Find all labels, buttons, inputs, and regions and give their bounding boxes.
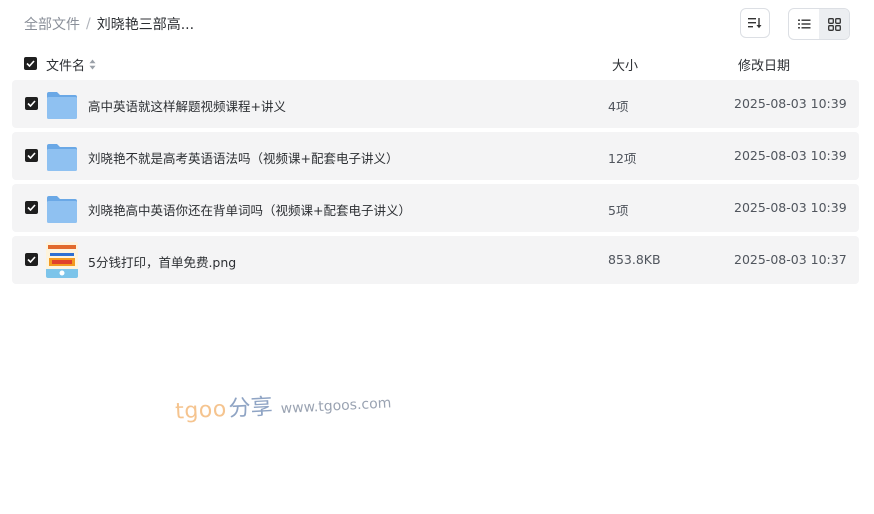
folder-icon [47, 196, 77, 223]
file-size: 4项 [608, 99, 629, 114]
grid-view-button[interactable] [819, 9, 849, 39]
list-view-icon [797, 19, 810, 29]
folder-icon [47, 92, 77, 119]
file-row[interactable]: 高中英语就这样解题视频课程+讲义 4项 2025-08-03 10:39 [12, 80, 859, 128]
folder-icon [47, 144, 77, 171]
sort-toggle-icon [89, 59, 96, 70]
list-view-button[interactable] [789, 9, 819, 39]
file-row[interactable]: 刘晓艳高中英语你还在背单词吗（视频课+配套电子讲义） 5项 2025-08-03… [12, 184, 859, 232]
sort-icon [748, 18, 762, 29]
watermark-cn: 分享 [228, 394, 274, 422]
breadcrumb-current: 刘晓艳三部高... [96, 17, 195, 33]
file-name[interactable]: 刘晓艳高中英语你还在背单词吗（视频课+配套电子讲义） [88, 200, 411, 219]
check-icon [26, 60, 35, 67]
file-size: 12项 [608, 151, 637, 166]
file-size: 853.8KB [608, 252, 661, 267]
check-icon [27, 256, 36, 263]
name-column-label: 文件名 [46, 59, 86, 74]
image-thumbnail [46, 242, 78, 278]
sort-button[interactable] [740, 8, 770, 38]
check-icon [27, 100, 36, 107]
grid-view-icon [827, 17, 841, 31]
file-size: 5项 [608, 203, 629, 218]
check-icon [27, 204, 36, 211]
watermark-brand: tgoo [174, 396, 228, 425]
file-name[interactable]: 刘晓艳不就是高考英语语法吗（视频课+配套电子讲义） [88, 148, 398, 167]
file-date: 2025-08-03 10:39 [734, 200, 847, 215]
breadcrumb-separator: / [86, 16, 91, 32]
row-checkbox[interactable] [25, 201, 38, 214]
file-list: 高中英语就这样解题视频课程+讲义 4项 2025-08-03 10:39 刘晓艳… [12, 80, 859, 288]
file-browser: 全部文件 / 刘晓艳三部高... 文件名 大小 修改日期 高中英语就这样解题视频… [0, 0, 874, 514]
file-date: 2025-08-03 10:37 [734, 252, 847, 267]
row-checkbox[interactable] [25, 97, 38, 110]
size-column-header[interactable]: 大小 [612, 55, 638, 74]
select-all-checkbox[interactable] [24, 57, 37, 70]
name-column-header[interactable]: 文件名 [46, 55, 96, 74]
row-checkbox[interactable] [25, 253, 38, 266]
watermark: tgoo 分享 www.tgoos.com [174, 382, 392, 425]
breadcrumb: 全部文件 / 刘晓艳三部高... [24, 14, 194, 34]
file-date: 2025-08-03 10:39 [734, 96, 847, 111]
breadcrumb-root-link[interactable]: 全部文件 [24, 14, 80, 34]
row-checkbox[interactable] [25, 149, 38, 162]
file-row[interactable]: 5分钱打印，首单免费.png 853.8KB 2025-08-03 10:37 [12, 236, 859, 284]
file-row[interactable]: 刘晓艳不就是高考英语语法吗（视频课+配套电子讲义） 12项 2025-08-03… [12, 132, 859, 180]
file-name[interactable]: 高中英语就这样解题视频课程+讲义 [88, 96, 286, 115]
watermark-url: www.tgoos.com [280, 395, 392, 418]
view-toggle [788, 8, 850, 40]
check-icon [27, 152, 36, 159]
file-name[interactable]: 5分钱打印，首单免费.png [88, 252, 236, 271]
image-icon [46, 242, 78, 278]
file-date: 2025-08-03 10:39 [734, 148, 847, 163]
file-list-header: 文件名 大小 修改日期 [24, 54, 860, 74]
date-column-header[interactable]: 修改日期 [738, 55, 790, 74]
